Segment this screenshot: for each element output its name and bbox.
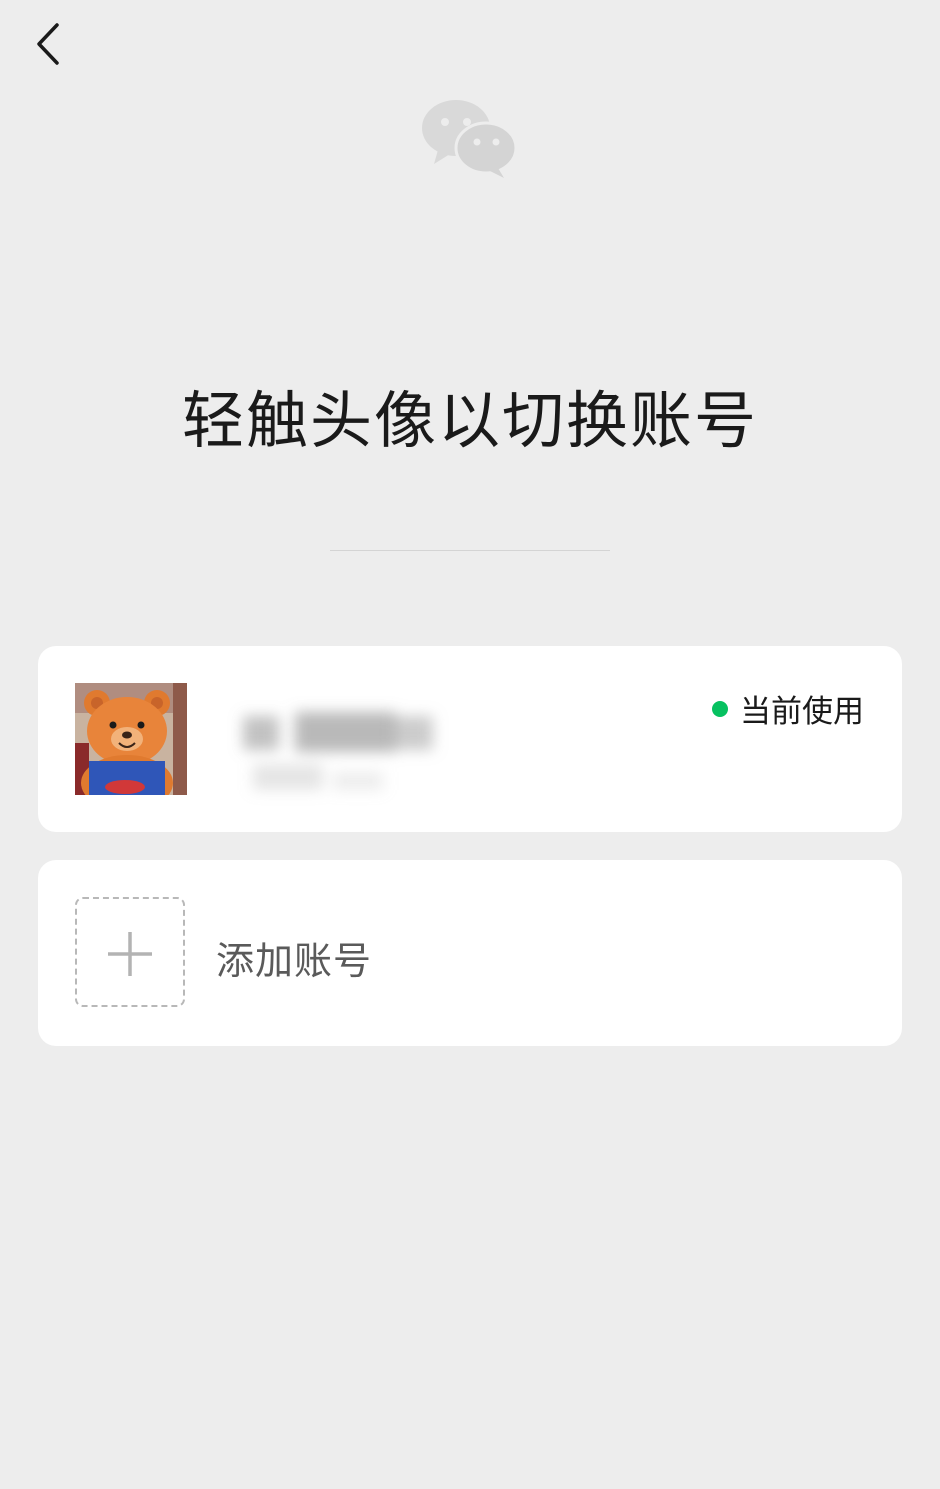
avatar[interactable] xyxy=(75,683,187,795)
wechat-logo-icon xyxy=(422,100,518,178)
add-account-label: 添加账号 xyxy=(216,939,373,983)
status-dot xyxy=(712,700,728,717)
add-account-button[interactable]: 添加账号 xyxy=(38,860,902,1046)
back-button[interactable] xyxy=(22,18,74,70)
page-title: 轻触头像以切换账号 xyxy=(181,384,758,457)
chevron-left-icon xyxy=(37,23,59,65)
status-label: 当前使用 xyxy=(740,694,864,730)
current-account-card[interactable]: 当前使用 xyxy=(38,646,902,832)
bear-avatar xyxy=(75,683,187,795)
account-name-blurred xyxy=(243,712,433,790)
plus-icon xyxy=(108,932,152,976)
current-status: 当前使用 xyxy=(712,686,864,731)
divider xyxy=(330,550,610,551)
add-account-box[interactable] xyxy=(75,897,185,1007)
